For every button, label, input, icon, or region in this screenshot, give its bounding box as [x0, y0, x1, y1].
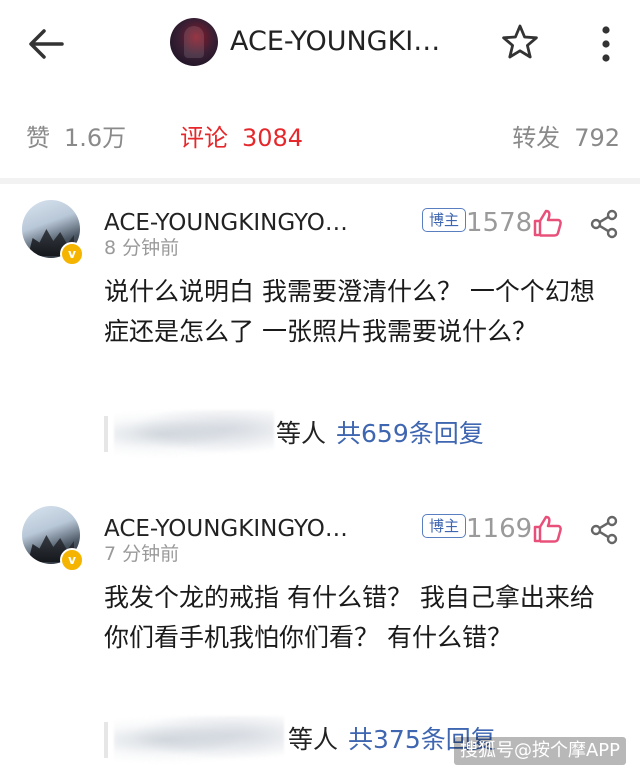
tab-comments[interactable]: 评论 3084 — [180, 122, 303, 154]
comment-text: 说什么说明白 我需要澄清什么？ 一个个幻想症还是怎么了 一张照片我需要说什么？ — [104, 277, 595, 346]
comments-count: 3084 — [242, 124, 304, 152]
favorite-button[interactable] — [500, 22, 540, 62]
more-button[interactable] — [588, 22, 624, 66]
likes-count: 1.6万 — [64, 124, 127, 152]
reply-indent-bar — [104, 722, 108, 758]
share-icon — [590, 209, 618, 239]
reply-who: 等人 — [276, 419, 327, 448]
more-vertical-icon — [602, 26, 610, 62]
reposts-label: 转发 — [512, 124, 561, 152]
like-count: 1169 — [466, 514, 533, 544]
blurred-replier-names — [114, 716, 284, 764]
section-divider — [0, 178, 640, 184]
commenter-name[interactable]: ACE-YOUNGKINGYO… — [104, 514, 348, 544]
comment-time: 7 分钟前 — [104, 543, 180, 565]
blurred-replier-names — [114, 410, 274, 458]
comments-label: 评论 — [180, 124, 228, 152]
reply-indent-bar — [104, 416, 108, 452]
comment-text: 我发个龙的戒指 有什么错？ 我自己拿出来给你们看手机我怕你们看？ 有什么错？ — [104, 583, 595, 652]
comment-time: 8 分钟前 — [104, 237, 180, 259]
like-count: 1578 — [466, 208, 533, 238]
reply-who: 等人 — [288, 725, 339, 754]
commenter-name[interactable]: ACE-YOUNGKINGYO… — [104, 208, 348, 238]
author-tag: 博主 — [422, 514, 466, 538]
stats-tabs: 赞 1.6万 评论 3084 转发 792 — [0, 86, 640, 182]
arrow-left-icon — [29, 29, 64, 59]
thumbs-up-icon — [533, 515, 562, 543]
share-button[interactable] — [588, 514, 620, 546]
tab-likes[interactable]: 赞 1.6万 — [26, 122, 126, 154]
share-button[interactable] — [588, 208, 620, 240]
watermark: 搜狐号@按个摩APP — [453, 737, 626, 765]
verified-badge-icon: v — [60, 242, 84, 266]
thumbs-up-icon — [533, 209, 562, 237]
reposts-count: 792 — [574, 124, 620, 152]
like-button[interactable] — [532, 208, 564, 238]
star-outline-icon — [502, 24, 538, 59]
blogger-avatar[interactable] — [170, 18, 218, 66]
share-icon — [590, 515, 618, 545]
back-button[interactable] — [22, 22, 70, 66]
top-bar: ACE-YOUNGKI… — [0, 0, 640, 86]
page-title: ACE-YOUNGKI… — [230, 26, 441, 57]
like-button[interactable] — [532, 514, 564, 544]
author-tag: 博主 — [422, 208, 466, 232]
verified-badge-icon: v — [60, 548, 84, 572]
likes-label: 赞 — [26, 124, 50, 152]
reply-summary[interactable]: 等人 共659条回复 — [104, 410, 534, 458]
tab-reposts[interactable]: 转发 792 — [512, 122, 620, 154]
view-replies-link[interactable]: 共659条回复 — [336, 419, 484, 448]
reply-text-row: 等人 共659条回复 — [276, 416, 484, 452]
